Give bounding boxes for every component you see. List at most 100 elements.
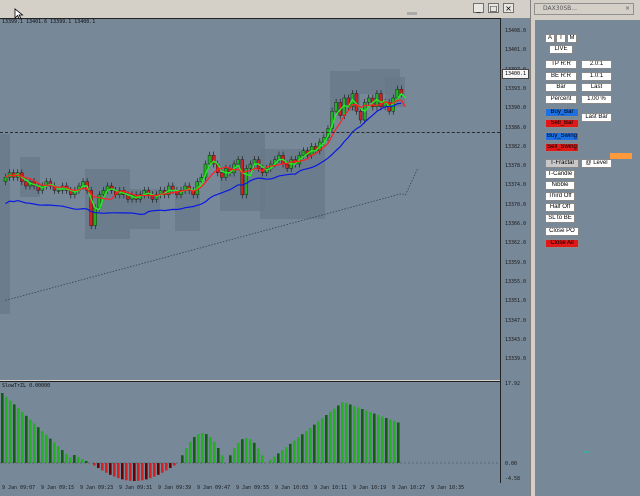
be-rr-button[interactable]: BE R:R <box>545 72 577 81</box>
oscillator-bar <box>77 457 80 463</box>
price-chart[interactable] <box>0 18 500 380</box>
oscillator-bar <box>285 447 288 463</box>
sell-bar-button[interactable]: Sell_Bar <box>545 119 579 128</box>
price-chart-svg <box>0 69 419 314</box>
candle-body <box>367 97 371 103</box>
oscillator-bar <box>165 463 168 471</box>
t-fractal-button[interactable]: T-Fractal <box>545 159 579 168</box>
oscillator-bar <box>357 407 360 463</box>
minimize-button[interactable]: _ <box>473 3 484 13</box>
oscillator-bar <box>61 450 64 463</box>
panel-close-icon[interactable]: × <box>625 5 630 12</box>
tp-rr-value[interactable]: 2.0:1 <box>581 60 612 69</box>
percent-button[interactable]: Percent <box>545 95 577 104</box>
time-tick-label: 9 Jan 09:47 <box>197 485 231 491</box>
oscillator-bar <box>305 431 308 463</box>
time-tick-label: 9 Jan 10:35 <box>431 485 465 491</box>
price-axis[interactable]: 13408.013401.013397.013393.013390.013386… <box>500 18 531 483</box>
oscillator-panel[interactable] <box>0 381 500 484</box>
mid-ma-line <box>5 99 407 200</box>
time-tick-label: 9 Jan 09:31 <box>119 485 153 491</box>
oscillator-bar <box>349 404 352 463</box>
last-bar-button[interactable]: Last Bar <box>581 113 612 122</box>
osc-tick-label: -4.58 <box>505 476 521 482</box>
nibble-button[interactable]: Nibble <box>545 181 575 190</box>
a-button[interactable]: A <box>545 34 555 43</box>
oscillator-bar <box>101 463 104 471</box>
candle-body <box>56 190 61 192</box>
maximize-button[interactable]: □ <box>488 3 499 13</box>
third-off-button[interactable]: Third Off <box>545 192 575 201</box>
m-button[interactable]: M <box>567 34 577 43</box>
sell-swing-button[interactable]: Sell_Swing <box>545 143 579 152</box>
price-tick-label: 13359.0 <box>505 259 527 266</box>
oscillator-bar <box>125 463 128 481</box>
chart-window: _ □ × 13399.1 13401.6 13399.1 13400.1 Sl… <box>0 0 531 496</box>
close-button[interactable]: × <box>503 3 514 13</box>
oscillator-bar <box>277 453 280 463</box>
oscillator-bar <box>161 463 164 473</box>
candle-body <box>207 154 212 165</box>
price-tick-label: 13343.0 <box>505 336 527 343</box>
oscillator-bar <box>173 463 176 466</box>
oscillator-bar <box>1 393 4 463</box>
half-off-button[interactable]: Half Off <box>545 203 575 212</box>
candle-body <box>301 150 306 156</box>
be-rr-value[interactable]: 1.0:1 <box>581 72 612 81</box>
last-button[interactable]: Last <box>581 83 612 92</box>
oscillator-bar <box>337 405 340 463</box>
oscillator-bar <box>249 439 252 463</box>
oscillator-bar <box>25 415 28 463</box>
oscillator-bar <box>197 434 200 463</box>
live-button[interactable]: LIVE <box>549 45 573 54</box>
consolidation-box <box>175 191 200 231</box>
percent-value[interactable]: 1.00 % <box>581 95 612 104</box>
price-tick-label: 13351.0 <box>505 298 527 305</box>
oscillator-bar <box>325 415 328 463</box>
oscillator-bar <box>53 442 56 463</box>
level-line[interactable] <box>0 132 500 133</box>
oscillator-bar <box>389 419 392 463</box>
oscillator-bar <box>193 437 196 463</box>
oscillator-bar <box>129 463 132 481</box>
oscillator-bar <box>217 448 220 463</box>
price-tick-label: 13390.0 <box>505 105 527 112</box>
oscillator-bar <box>5 396 8 463</box>
price-tick-label: 13408.0 <box>505 28 527 34</box>
oscillator-bar <box>341 402 344 463</box>
bar-button[interactable]: Bar <box>545 83 577 92</box>
buy-bar-button[interactable]: Buy_Bar <box>545 108 579 117</box>
oscillator-bar <box>141 463 144 481</box>
price-tick-label: 13347.0 <box>505 317 527 324</box>
osc-tick-label: 17.92 <box>505 381 521 387</box>
tp-rr-button[interactable]: TP R:R <box>545 60 577 69</box>
candle-body <box>395 88 400 99</box>
price-tick-label: 13386.0 <box>505 124 527 131</box>
oscillator-bar <box>117 463 120 479</box>
panel-title-field[interactable]: DAX30SB... × <box>534 3 634 15</box>
oscillator-bar <box>281 450 284 463</box>
oscillator-bar <box>85 461 88 463</box>
oscillator-bar <box>317 421 320 463</box>
oscillator-bar <box>381 416 384 463</box>
oscillator-bar <box>109 463 112 475</box>
t-candle-button[interactable]: T-Candle <box>545 170 575 179</box>
time-tick-label: 9 Jan 10:19 <box>353 485 387 491</box>
t-button[interactable]: T <box>556 34 566 43</box>
close-po-button[interactable]: Close PO <box>545 227 579 236</box>
time-tick-label: 9 Jan 10:27 <box>392 485 426 491</box>
time-tick-label: 9 Jan 09:15 <box>41 485 75 491</box>
at-level-button[interactable]: @ Level <box>581 159 612 168</box>
oscillator-bar <box>273 456 276 463</box>
oscillator-svg <box>0 393 500 481</box>
oscillator-bar <box>313 424 316 463</box>
oscillator-bar <box>221 455 224 463</box>
close-all-button[interactable]: Close All <box>545 239 579 248</box>
oscillator-bar <box>297 437 300 463</box>
time-axis[interactable]: 9 Jan 09:07 9 Jan 09:15 9 Jan 09:23 9 Jan 0… <box>0 483 530 496</box>
sl-to-be-button[interactable]: SL to BE <box>545 214 575 223</box>
oscillator-bar <box>241 439 244 463</box>
oscillator-bar <box>185 448 188 463</box>
oscillator-bar <box>213 441 216 463</box>
buy-swing-button[interactable]: Buy_Swing <box>545 132 579 141</box>
